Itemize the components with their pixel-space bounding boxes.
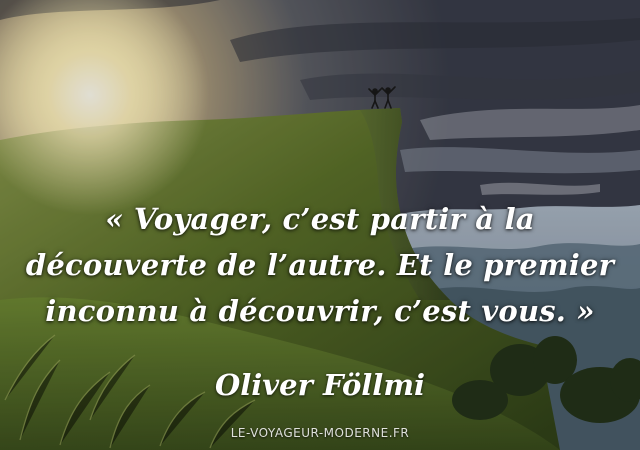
quote-line-3: inconnu à découvrir, c’est vous. » [45,294,595,328]
website-watermark: LE-VOYAGEUR-MODERNE.FR [230,426,410,440]
quote-line-2: découverte de l’autre. Et le premier [25,248,615,282]
quote-text: « Voyager, c’est partir à la découverte … [20,196,620,334]
quote-image: « Voyager, c’est partir à la découverte … [0,0,640,450]
quote-author: Oliver Föllmi [214,368,426,402]
quote-line-1: « Voyager, c’est partir à la [105,202,535,236]
